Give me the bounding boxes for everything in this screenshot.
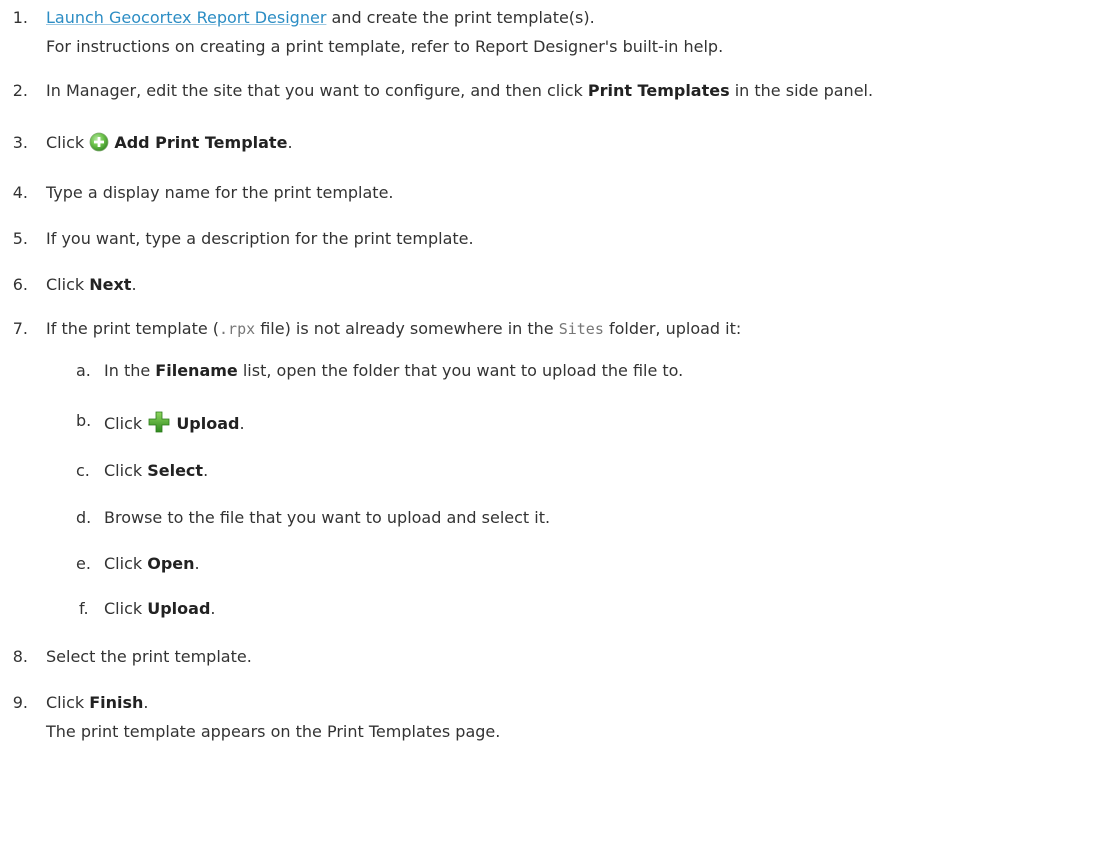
- substep-letter: a.: [76, 361, 91, 380]
- step-9-note: The print template appears on the Print …: [46, 722, 501, 741]
- step-text: .: [210, 599, 216, 618]
- launch-report-designer-link[interactable]: Launch Geocortex Report Designer: [46, 8, 326, 27]
- step-text: folder, upload it:: [603, 319, 742, 338]
- step-number: 6.: [12, 275, 28, 294]
- select-label: Select: [147, 461, 204, 480]
- step-text: in the side panel.: [729, 81, 874, 100]
- step-number: 7.: [12, 319, 28, 338]
- filename-label: Filename: [155, 361, 238, 380]
- step-number: 4.: [12, 183, 28, 202]
- step-number: 9.: [12, 693, 28, 712]
- sites-folder-name: Sites: [558, 320, 604, 338]
- step-text: Browse to the file that you want to uplo…: [104, 508, 551, 527]
- step-text: list, open the folder that you want to u…: [237, 361, 684, 380]
- step-text: .: [131, 275, 137, 294]
- substep-letter: c.: [76, 461, 90, 480]
- step-text: .: [239, 414, 245, 433]
- step-text: In the: [104, 361, 156, 380]
- upload-label: Upload: [147, 599, 211, 618]
- substep-letter: f.: [79, 599, 89, 618]
- step-text: .: [194, 554, 200, 573]
- step-number: 3.: [12, 133, 28, 152]
- step-text: .: [143, 693, 149, 712]
- step-text: Click: [46, 275, 90, 294]
- add-print-template-label: Add Print Template: [114, 133, 288, 152]
- step-text: .: [287, 133, 293, 152]
- finish-label: Finish: [89, 693, 144, 712]
- step-1-note: For instructions on creating a print tem…: [46, 37, 724, 56]
- step-number: 5.: [12, 229, 28, 248]
- print-templates-label: Print Templates: [587, 81, 730, 100]
- step-text: In Manager, edit the site that you want …: [46, 81, 588, 100]
- green-plus-icon: [147, 410, 171, 434]
- step-text: file) is not already somewhere in the: [255, 319, 559, 338]
- step-text: Select the print template.: [46, 647, 252, 666]
- substep-letter: d.: [76, 508, 92, 527]
- substep-letter: b.: [76, 411, 92, 430]
- step-text: Click: [104, 461, 148, 480]
- step-number: 8.: [12, 647, 28, 666]
- step-text: Click: [46, 693, 90, 712]
- step-text: Click: [46, 133, 90, 152]
- step-number: 2.: [12, 81, 28, 100]
- step-text: Click: [104, 554, 148, 573]
- substep-letter: e.: [76, 554, 91, 573]
- step-number: 1.: [12, 8, 28, 27]
- step-text: If the print template (: [46, 319, 220, 338]
- next-label: Next: [89, 275, 132, 294]
- step-text: and create the print template(s).: [326, 8, 595, 27]
- rpx-extension: .rpx: [219, 320, 256, 338]
- step-text: Type a display name for the print templa…: [46, 183, 394, 202]
- step-text: .: [203, 461, 209, 480]
- upload-label: Upload: [176, 414, 240, 433]
- step-text: Click: [104, 599, 148, 618]
- add-circle-icon: [89, 132, 109, 152]
- step-text: Click: [104, 414, 148, 433]
- open-label: Open: [147, 554, 195, 573]
- step-text: If you want, type a description for the …: [46, 229, 474, 248]
